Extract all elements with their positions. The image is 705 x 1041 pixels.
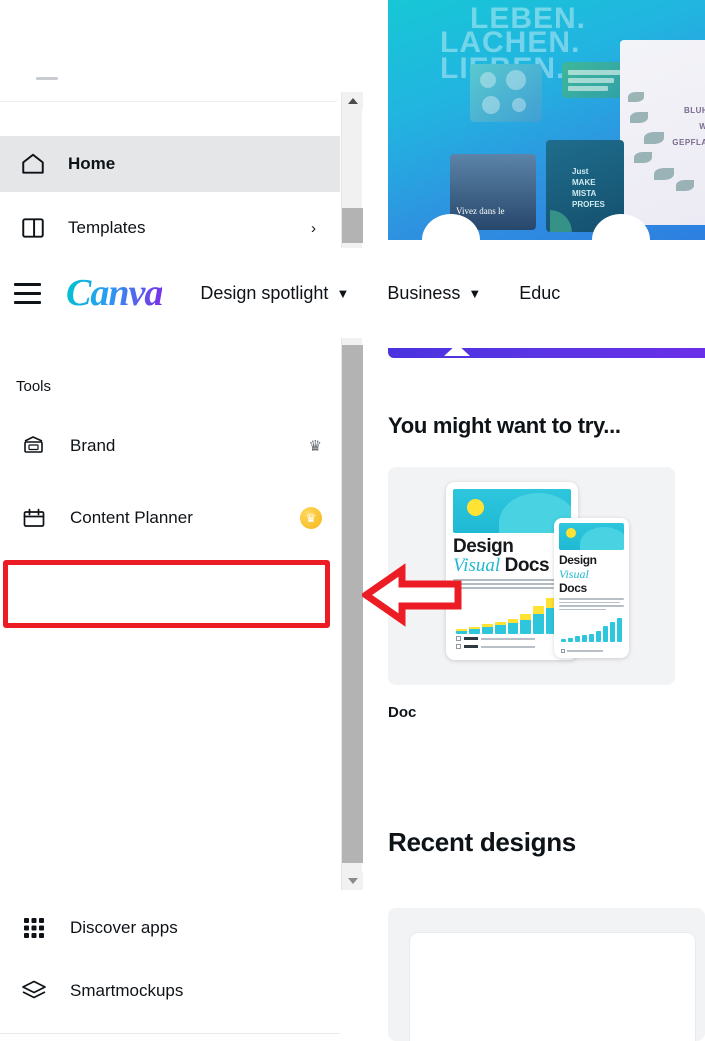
recent-design-card[interactable] bbox=[388, 908, 705, 1041]
hamburger-menu-icon[interactable] bbox=[14, 276, 48, 310]
sidebar-item-templates-label: Templates bbox=[68, 218, 146, 237]
sun-icon bbox=[467, 499, 484, 516]
doc-title-word-1: Design bbox=[453, 536, 514, 557]
promo-banner-strip[interactable] bbox=[388, 344, 705, 358]
doc-thumbnail-small: Design Visual Docs bbox=[554, 518, 629, 658]
nav-education-label: Educ bbox=[519, 282, 561, 303]
doc-card-label: Doc bbox=[388, 704, 417, 721]
chevron-right-icon[interactable]: › bbox=[311, 220, 316, 237]
hero-template-card-1[interactable] bbox=[470, 64, 542, 122]
doc-small-word-3: Docs bbox=[559, 581, 587, 595]
chart-bar bbox=[609, 621, 615, 642]
hero-card4-caption: Vivez dans le bbox=[456, 206, 505, 216]
doc-template-card[interactable]: Design Visual Docs Design Visual Docs bbox=[388, 467, 675, 685]
sidebar-item-discover-apps-label: Discover apps bbox=[70, 918, 178, 937]
chevron-down-icon[interactable]: ▼ bbox=[468, 286, 481, 301]
tools-section-label: Tools bbox=[16, 378, 52, 395]
main-content-column: LEBEN. LACHEN. LIEBEN. BLUH bbox=[388, 0, 705, 1041]
sidebar-item-home[interactable]: Home bbox=[0, 136, 340, 192]
chart-bar bbox=[481, 624, 493, 634]
sidebar-item-content-planner-label: Content Planner bbox=[70, 508, 193, 527]
chart-bar bbox=[494, 621, 506, 634]
brand-icon bbox=[18, 430, 50, 462]
partial-element-above bbox=[0, 77, 340, 102]
try-section-title: You might want to try... bbox=[388, 413, 621, 438]
doc-small-header-image bbox=[559, 523, 624, 550]
recent-design-thumbnail bbox=[410, 933, 695, 1041]
top-nav-panel: Home Templates › bbox=[0, 0, 340, 248]
nav-design-spotlight[interactable]: Design spotlight ▼ bbox=[200, 283, 349, 304]
doc-title-word-3: Docs bbox=[504, 555, 550, 576]
sidebar-item-home-label: Home bbox=[68, 154, 116, 173]
layers-icon bbox=[18, 975, 50, 1007]
scroll-up-arrow-icon[interactable] bbox=[342, 92, 363, 110]
crown-gold-icon: ♛ bbox=[300, 507, 322, 529]
canva-logo[interactable]: Canva bbox=[66, 271, 163, 315]
sidebar-scrollbar[interactable] bbox=[341, 92, 363, 890]
sidebar-item-smartmockups[interactable]: Smartmockups bbox=[0, 963, 340, 1019]
doc-title-word-2: Visual bbox=[453, 555, 501, 576]
chart-bar bbox=[561, 639, 567, 642]
doc-small-paragraph bbox=[559, 598, 624, 611]
templates-icon bbox=[18, 213, 48, 243]
nav-design-spotlight-label: Design spotlight bbox=[200, 282, 329, 303]
hero-card3-line3: GEPFLAN bbox=[672, 138, 705, 147]
hero-template-card-3[interactable]: BLUHE WO GEPFLAN bbox=[620, 40, 705, 225]
canva-homepage-screenshot: LEBEN. LACHEN. LIEBEN. BLUH bbox=[0, 0, 705, 1041]
brand-pro-badge: ♛ bbox=[309, 437, 322, 455]
chart-bar bbox=[567, 638, 574, 642]
nav-education[interactable]: Educ bbox=[519, 283, 560, 304]
chart-bar bbox=[507, 619, 519, 634]
scrollbar-thumb-main[interactable] bbox=[342, 345, 363, 863]
doc-small-bar-chart bbox=[561, 616, 622, 642]
chart-bar bbox=[520, 614, 532, 634]
chart-bar bbox=[456, 629, 467, 634]
content-planner-pro-badge: ♛ bbox=[300, 507, 322, 529]
sidebar-item-brand[interactable]: Brand ♛ bbox=[0, 418, 340, 474]
hero-banner[interactable]: LEBEN. LACHEN. LIEBEN. BLUH bbox=[388, 0, 705, 240]
chart-bar bbox=[588, 633, 595, 642]
chart-bar bbox=[533, 606, 545, 634]
mountain-shape-small bbox=[580, 527, 624, 550]
chart-bar bbox=[468, 627, 480, 634]
sidebar-item-brand-label: Brand bbox=[70, 436, 116, 455]
doc-small-legend bbox=[561, 649, 603, 653]
crown-icon: ♛ bbox=[308, 438, 322, 455]
hero-card3-line2: WO bbox=[699, 122, 705, 131]
hero-card3-line1: BLUHE bbox=[683, 106, 705, 115]
chevron-down-icon[interactable]: ▼ bbox=[336, 286, 349, 301]
sidebar-item-content-planner[interactable]: Content Planner ♛ bbox=[0, 490, 340, 546]
chart-bar bbox=[595, 630, 602, 642]
home-icon bbox=[18, 149, 48, 179]
scroll-down-arrow-icon[interactable] bbox=[342, 872, 363, 890]
chart-bar bbox=[602, 626, 609, 642]
sidebar-divider-1 bbox=[0, 1033, 340, 1034]
calendar-icon bbox=[18, 502, 50, 534]
tools-sidebar: Tools Brand ♛ Content Planner ♛ Discover… bbox=[0, 338, 340, 1041]
header-nav: Design spotlight ▼ Business ▼ Educ bbox=[200, 283, 560, 304]
doc-small-word-1: Design bbox=[559, 553, 597, 567]
sidebar-item-templates[interactable]: Templates › bbox=[0, 200, 340, 248]
doc-thumb-legend bbox=[456, 636, 535, 652]
apps-grid-icon bbox=[18, 912, 50, 944]
nav-business-label: Business bbox=[387, 282, 461, 303]
doc-small-title: Design Visual Docs bbox=[559, 553, 624, 595]
chart-bar bbox=[581, 635, 588, 642]
sidebar-item-smartmockups-label: Smartmockups bbox=[70, 981, 184, 1000]
chart-bar bbox=[574, 636, 581, 642]
site-header: Canva Design spotlight ▼ Business ▼ Educ bbox=[0, 248, 705, 338]
nav-business[interactable]: Business ▼ bbox=[387, 283, 481, 304]
chart-bar bbox=[616, 617, 622, 642]
recent-section-title: Recent designs bbox=[388, 827, 576, 857]
hero-card5-text: Just MAKE MISTA PROFES bbox=[572, 167, 605, 209]
sun-icon-small bbox=[566, 528, 576, 538]
sidebar-item-discover-apps[interactable]: Discover apps bbox=[0, 900, 340, 956]
doc-thumb-bar-chart bbox=[456, 588, 571, 634]
doc-small-word-2: Visual bbox=[559, 567, 589, 581]
scrollbar-thumb-upper[interactable] bbox=[342, 208, 363, 243]
